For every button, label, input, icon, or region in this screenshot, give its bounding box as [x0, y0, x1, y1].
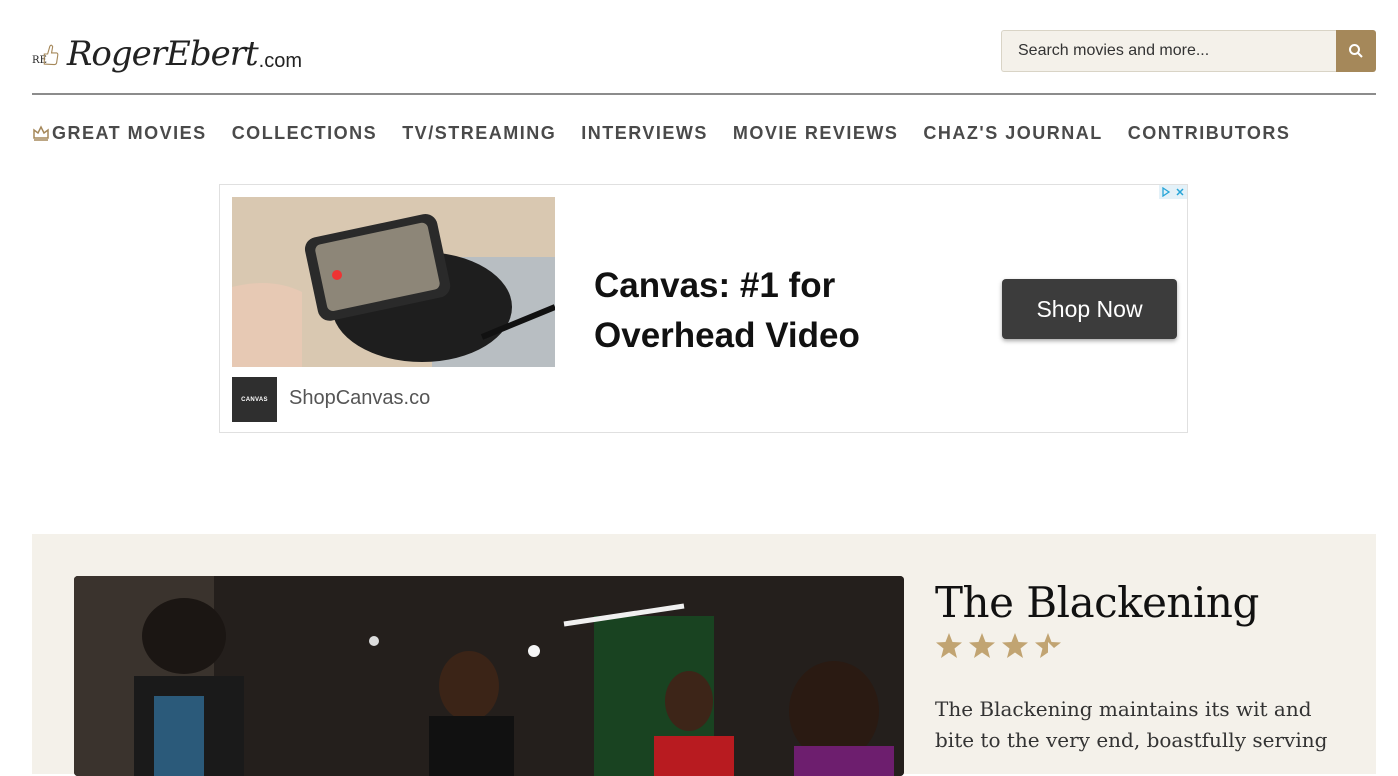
- nav-item-movie-reviews[interactable]: MOVIE REVIEWS: [733, 123, 899, 144]
- site-logo[interactable]: RE RogerEbert .com: [32, 30, 302, 78]
- shop-now-button[interactable]: Shop Now: [1002, 279, 1177, 339]
- nav-item-label: CHAZ'S JOURNAL: [923, 122, 1103, 143]
- featured-review-image[interactable]: [74, 576, 904, 776]
- header-divider: [32, 93, 1376, 95]
- search-input[interactable]: [1001, 30, 1336, 72]
- nav-item-contributors[interactable]: CONTRIBUTORS: [1128, 123, 1291, 144]
- ad-choices[interactable]: [1159, 185, 1187, 199]
- search-button[interactable]: [1336, 30, 1376, 72]
- nav-item-great-movies[interactable]: GREAT MOVIES: [32, 123, 207, 144]
- search-icon: [1349, 44, 1363, 58]
- nav-item-label: MOVIE REVIEWS: [732, 122, 899, 143]
- crown-icon: [33, 125, 49, 141]
- nav-item-label: COLLECTIONS: [231, 122, 378, 143]
- search-bar: [1001, 30, 1376, 72]
- nav-item-interviews[interactable]: INTERVIEWS: [581, 123, 708, 144]
- logo-wordmark: RogerEbert: [66, 34, 259, 74]
- phone-camera-illustration: [232, 197, 555, 367]
- nav-item-label: TV/STREAMING: [402, 122, 557, 143]
- nav-item-label: INTERVIEWS: [581, 122, 708, 143]
- star-full-icon: [969, 633, 995, 658]
- ad-brand-logo[interactable]: CANVAS: [232, 377, 277, 422]
- ad-headline[interactable]: Canvas: #1 for Overhead Video: [594, 261, 894, 361]
- featured-review: The Blackening The Blackening maintains …: [32, 534, 1376, 776]
- star-half-icon: [1035, 633, 1061, 658]
- star-full-icon: [1002, 633, 1028, 658]
- nav-item-collections[interactable]: COLLECTIONS: [232, 123, 378, 144]
- nav-item-chazs-journal[interactable]: CHAZ'S JOURNAL: [923, 123, 1102, 144]
- close-icon[interactable]: [1173, 185, 1187, 199]
- advertisement[interactable]: Canvas: #1 for Overhead Video Shop Now C…: [219, 184, 1188, 433]
- ad-choices-icon[interactable]: [1159, 185, 1173, 199]
- star-rating: [935, 632, 1067, 660]
- review-excerpt: The Blackening maintains its wit and bit…: [935, 697, 1328, 752]
- review-title[interactable]: The Blackening: [935, 578, 1259, 627]
- star-full-icon: [936, 633, 962, 658]
- nav-item-label: GREAT MOVIES: [52, 122, 207, 143]
- ad-domain[interactable]: ShopCanvas.co: [289, 387, 430, 410]
- logo-tld: .com: [258, 49, 302, 72]
- main-nav: GREAT MOVIES COLLECTIONS TV/STREAMING IN…: [32, 120, 1315, 146]
- movie-still: [74, 576, 904, 776]
- thumbs-up-logo-icon: RE: [32, 44, 59, 66]
- ad-image[interactable]: [232, 197, 555, 367]
- nav-item-label: CONTRIBUTORS: [1127, 122, 1291, 143]
- nav-item-tv-streaming[interactable]: TV/STREAMING: [402, 123, 556, 144]
